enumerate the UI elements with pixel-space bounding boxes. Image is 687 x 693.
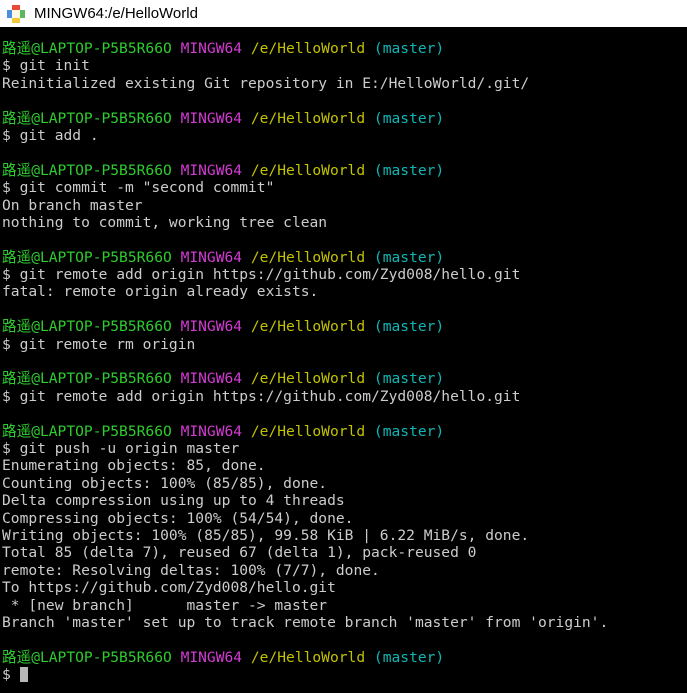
prompt-shell-name: MINGW64 <box>180 248 243 266</box>
output-line: fatal: remote origin already exists. <box>2 283 319 301</box>
prompt-path: /e/HelloWorld <box>250 109 366 127</box>
prompt-line: 路遥@LAPTOP-P5B5R66O MINGW64 /e/HelloWorld… <box>2 649 687 666</box>
mintty-diamond-icon <box>6 4 26 24</box>
title-bar: MINGW64:/e/HelloWorld <box>0 0 687 28</box>
prompt-line: 路遥@LAPTOP-P5B5R66O MINGW64 /e/HelloWorld… <box>2 110 687 127</box>
prompt-git-branch: (master) <box>373 40 445 57</box>
output-line: * [new branch] master -> master <box>2 596 328 614</box>
prompt-path: /e/HelloWorld <box>250 422 366 440</box>
command-line: $ git remote rm origin <box>2 335 196 353</box>
output-line: remote: Resolving deltas: 100% (7/7), do… <box>2 561 380 579</box>
prompt-shell-name: MINGW64 <box>180 40 243 57</box>
prompt-git-branch: (master) <box>373 648 445 666</box>
prompt-symbol: $ <box>2 666 20 684</box>
prompt-path: /e/HelloWorld <box>250 370 366 388</box>
prompt-user-host: 路遥@LAPTOP-P5B5R66O <box>2 109 172 127</box>
output-line: Writing objects: 100% (85/85), 99.58 KiB… <box>2 526 530 544</box>
command-line: $ git remote add origin https://github.c… <box>2 266 521 284</box>
prompt-git-branch: (master) <box>373 109 445 127</box>
output-line: On branch master <box>2 196 143 214</box>
prompt-shell-name: MINGW64 <box>180 422 243 440</box>
command-line: $ git commit -m "second commit" <box>2 179 275 197</box>
text-cursor <box>19 667 28 683</box>
command-line: $ git push -u origin master <box>2 439 240 457</box>
output-line: Enumerating objects: 85, done. <box>2 457 266 475</box>
prompt-user-host: 路遥@LAPTOP-P5B5R66O <box>2 40 172 57</box>
prompt-user-host: 路遥@LAPTOP-P5B5R66O <box>2 370 172 388</box>
prompt-path: /e/HelloWorld <box>250 40 366 57</box>
command-line: $ git init <box>2 57 90 75</box>
terminal-scrollback: 路遥@LAPTOP-P5B5R66O MINGW64 /e/HelloWorld… <box>2 40 687 683</box>
output-line: Counting objects: 100% (85/85), done. <box>2 474 328 492</box>
prompt-shell-name: MINGW64 <box>180 109 243 127</box>
output-line: Branch 'master' set up to track remote b… <box>2 613 609 631</box>
prompt-user-host: 路遥@LAPTOP-P5B5R66O <box>2 248 172 266</box>
prompt-git-branch: (master) <box>373 370 445 388</box>
prompt-path: /e/HelloWorld <box>250 248 366 266</box>
prompt-user-host: 路遥@LAPTOP-P5B5R66O <box>2 648 172 666</box>
prompt-line: 路遥@LAPTOP-P5B5R66O MINGW64 /e/HelloWorld… <box>2 40 687 57</box>
prompt-git-branch: (master) <box>373 161 445 179</box>
output-line: Total 85 (delta 7), reused 67 (delta 1),… <box>2 544 477 562</box>
prompt-shell-name: MINGW64 <box>180 161 243 179</box>
prompt-path: /e/HelloWorld <box>250 161 366 179</box>
prompt-shell-name: MINGW64 <box>180 648 243 666</box>
prompt-line: 路遥@LAPTOP-P5B5R66O MINGW64 /e/HelloWorld… <box>2 318 687 335</box>
prompt-line: 路遥@LAPTOP-P5B5R66O MINGW64 /e/HelloWorld… <box>2 423 687 440</box>
prompt-path: /e/HelloWorld <box>250 648 366 666</box>
prompt-line: 路遥@LAPTOP-P5B5R66O MINGW64 /e/HelloWorld… <box>2 370 687 387</box>
prompt-user-host: 路遥@LAPTOP-P5B5R66O <box>2 161 172 179</box>
prompt-line: 路遥@LAPTOP-P5B5R66O MINGW64 /e/HelloWorld… <box>2 162 687 179</box>
output-line: Compressing objects: 100% (54/54), done. <box>2 509 354 527</box>
terminal-output-area[interactable]: 路遥@LAPTOP-P5B5R66O MINGW64 /e/HelloWorld… <box>0 28 687 693</box>
prompt-user-host: 路遥@LAPTOP-P5B5R66O <box>2 318 172 336</box>
active-input-line[interactable]: $ <box>2 666 687 683</box>
prompt-line: 路遥@LAPTOP-P5B5R66O MINGW64 /e/HelloWorld… <box>2 249 687 266</box>
prompt-git-branch: (master) <box>373 248 445 266</box>
output-line: Reinitialized existing Git repository in… <box>2 74 530 92</box>
prompt-shell-name: MINGW64 <box>180 370 243 388</box>
output-line: Delta compression using up to 4 threads <box>2 492 345 510</box>
output-line: nothing to commit, working tree clean <box>2 213 328 231</box>
prompt-shell-name: MINGW64 <box>180 318 243 336</box>
prompt-path: /e/HelloWorld <box>250 318 366 336</box>
prompt-git-branch: (master) <box>373 318 445 336</box>
command-line: $ git add . <box>2 126 99 144</box>
window-title: MINGW64:/e/HelloWorld <box>34 4 198 22</box>
prompt-git-branch: (master) <box>373 422 445 440</box>
prompt-user-host: 路遥@LAPTOP-P5B5R66O <box>2 422 172 440</box>
output-line: To https://github.com/Zyd008/hello.git <box>2 579 336 597</box>
command-line: $ git remote add origin https://github.c… <box>2 387 521 405</box>
